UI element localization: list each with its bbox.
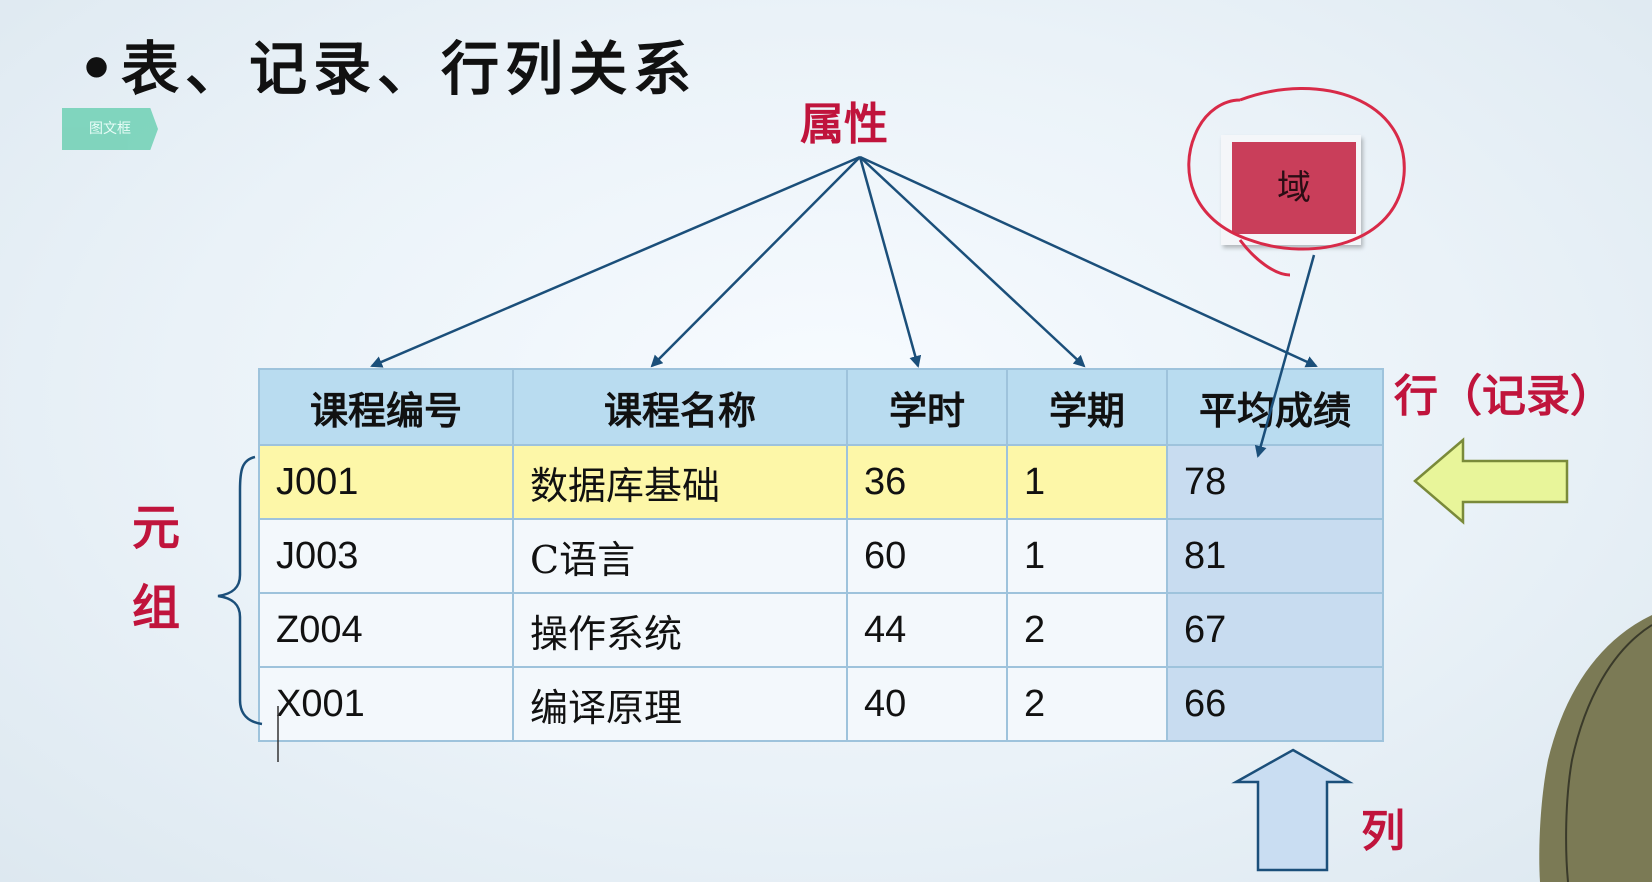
tuple-brace [217, 455, 263, 726]
attribute-arrow [859, 156, 1086, 368]
column-arrow [1231, 748, 1354, 872]
row-arrow [1413, 437, 1569, 525]
attribute-arrow [859, 155, 1318, 368]
presenter-silhouette [1539, 615, 1652, 882]
attribute-arrows [370, 155, 1318, 458]
domain-arrow [1254, 254, 1316, 458]
attribute-arrow [650, 156, 861, 368]
diagram-overlay [217, 87, 1652, 882]
attribute-arrow [858, 156, 922, 368]
attribute-arrow [370, 155, 861, 368]
domain-highlight-circle [1187, 87, 1406, 277]
